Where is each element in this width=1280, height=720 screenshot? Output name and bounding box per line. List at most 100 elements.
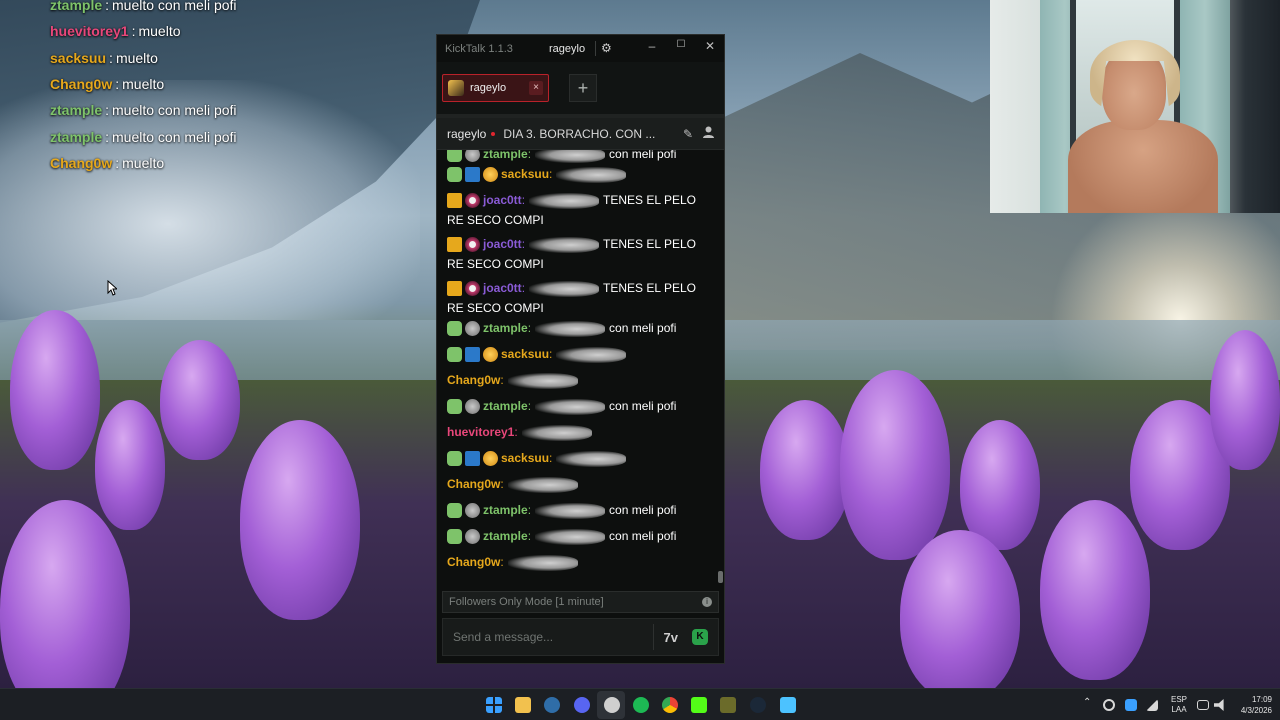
tab-rageylo[interactable]: rageylo × [442,74,549,102]
language-indicator[interactable]: ESP LAA [1170,695,1188,715]
chat-username[interactable]: sacksuu [501,167,549,181]
kick-badge-icon[interactable] [447,193,462,209]
chrome-icon[interactable] [662,697,678,713]
current-user[interactable]: rageylo [549,43,585,55]
bot-badge-icon[interactable] [447,150,462,163]
emote-image[interactable] [556,166,627,183]
gray-badge-icon[interactable] [465,321,480,337]
pencil-icon[interactable]: ✎ [683,127,693,141]
kick-icon[interactable] [691,697,707,713]
blue-badge-icon[interactable] [465,167,480,183]
chat-username[interactable]: Chang0w [447,373,500,387]
emote-image[interactable] [507,372,578,389]
clock[interactable]: 17:09 4/3/2026 [1230,694,1272,716]
security-icon[interactable] [1125,699,1137,711]
bot-badge-icon[interactable] [447,529,462,545]
chat-username[interactable]: sacksuu [501,451,549,465]
steam-client-icon[interactable] [750,697,766,713]
gear-icon[interactable]: ⚙ [601,41,612,55]
title-bar[interactable]: KickTalk 1.1.3 rageylo ⚙ – ☐ ✕ [437,35,724,62]
spotify-icon[interactable] [633,697,649,713]
gray-badge-icon[interactable] [465,399,480,415]
bot-badge-icon[interactable] [447,347,462,363]
blue-badge-icon[interactable] [465,347,480,363]
chat-message[interactable]: Chang0w: [447,370,711,390]
kick-badge-icon[interactable] [447,281,462,297]
emote-image[interactable] [535,320,606,337]
chat-message[interactable]: Chang0w: [447,552,711,572]
chat-message[interactable]: ztample: con meli pofi [447,396,711,416]
chat-message[interactable]: joac0tt: TENES EL PELO RE SECO COMPI [447,278,711,318]
user-icon[interactable] [703,126,714,141]
chat-message[interactable]: joac0tt: TENES EL PELO RE SECO COMPI [447,190,711,230]
bot-badge-icon[interactable] [447,321,462,337]
gold-badge-icon[interactable] [483,347,498,363]
emote-image[interactable] [535,150,606,163]
chat-message[interactable]: ztample: con meli pofi [447,318,711,338]
emote-image[interactable] [556,450,627,467]
file-explorer-icon[interactable] [515,697,531,713]
message-input[interactable] [453,630,653,644]
7tv-emote-button[interactable]: 7v [664,630,678,645]
chat-message[interactable]: sacksuu: [447,448,711,468]
display-icon[interactable] [1197,700,1209,710]
emote-image[interactable] [556,346,627,363]
blue-badge-icon[interactable] [465,451,480,467]
network-icon[interactable] [1146,699,1158,711]
emote-image[interactable] [535,528,606,545]
notepad-icon[interactable] [780,697,796,713]
chat-username[interactable]: joac0tt [483,281,522,295]
close-icon[interactable]: × [529,81,543,95]
chat-message[interactable]: huevitorey1: [447,422,711,442]
ring-badge-icon[interactable] [465,237,480,253]
ring-badge-icon[interactable] [465,193,480,209]
chat-message[interactable]: ztample: con meli pofi [447,500,711,520]
chat-username[interactable]: ztample [483,150,528,161]
channel-name[interactable]: rageylo [447,127,486,141]
chat-username[interactable]: Chang0w [447,477,500,491]
bot-badge-icon[interactable] [447,451,462,467]
chat-message[interactable]: Chang0w: [447,474,711,494]
gold-badge-icon[interactable] [483,167,498,183]
chat-username[interactable]: sacksuu [501,347,549,361]
add-chatroom-button[interactable]: + [569,74,597,102]
close-button[interactable]: ✕ [701,39,719,53]
chat-username[interactable]: joac0tt [483,237,522,251]
kick-badge-icon[interactable] [447,237,462,253]
chat-username[interactable]: joac0tt [483,193,522,207]
chat-username[interactable]: ztample [483,503,528,517]
chat-message[interactable]: ztample: con meli pofi [447,150,711,164]
chat-username[interactable]: ztample [483,321,528,335]
emote-image[interactable] [535,502,606,519]
emote-image[interactable] [535,398,606,415]
discord-icon[interactable] [574,697,590,713]
chat-username[interactable]: huevitorey1 [447,425,514,439]
steam-icon[interactable] [544,697,560,713]
maximize-button[interactable]: ☐ [672,39,690,50]
minimize-button[interactable]: – [643,39,661,53]
emote-image[interactable] [521,424,592,441]
chat-messages[interactable]: ztample: con meli pofi sacksuu: joac0tt: TEN… [437,150,724,582]
gray-badge-icon[interactable] [465,150,480,163]
ring-badge-icon[interactable] [465,281,480,297]
emote-image[interactable] [529,236,600,253]
scrollbar-thumb[interactable] [718,571,723,583]
windows-start-icon[interactable] [486,697,502,713]
chat-username[interactable]: ztample [483,529,528,543]
volume-icon[interactable] [1214,699,1224,711]
chat-message[interactable]: sacksuu: [447,344,711,364]
kick-emote-button[interactable]: K [692,629,708,645]
bot-badge-icon[interactable] [447,167,462,183]
emote-image[interactable] [529,192,600,209]
info-icon[interactable]: i [702,597,712,607]
gray-badge-icon[interactable] [465,503,480,519]
bot-badge-icon[interactable] [447,503,462,519]
bot-badge-icon[interactable] [447,399,462,415]
emote-image[interactable] [529,280,600,297]
chat-message[interactable]: sacksuu: [447,164,711,184]
game-icon[interactable] [720,697,736,713]
chat-username[interactable]: Chang0w [447,555,500,569]
emote-image[interactable] [507,476,578,493]
obs-icon[interactable] [604,697,620,713]
gold-badge-icon[interactable] [483,451,498,467]
